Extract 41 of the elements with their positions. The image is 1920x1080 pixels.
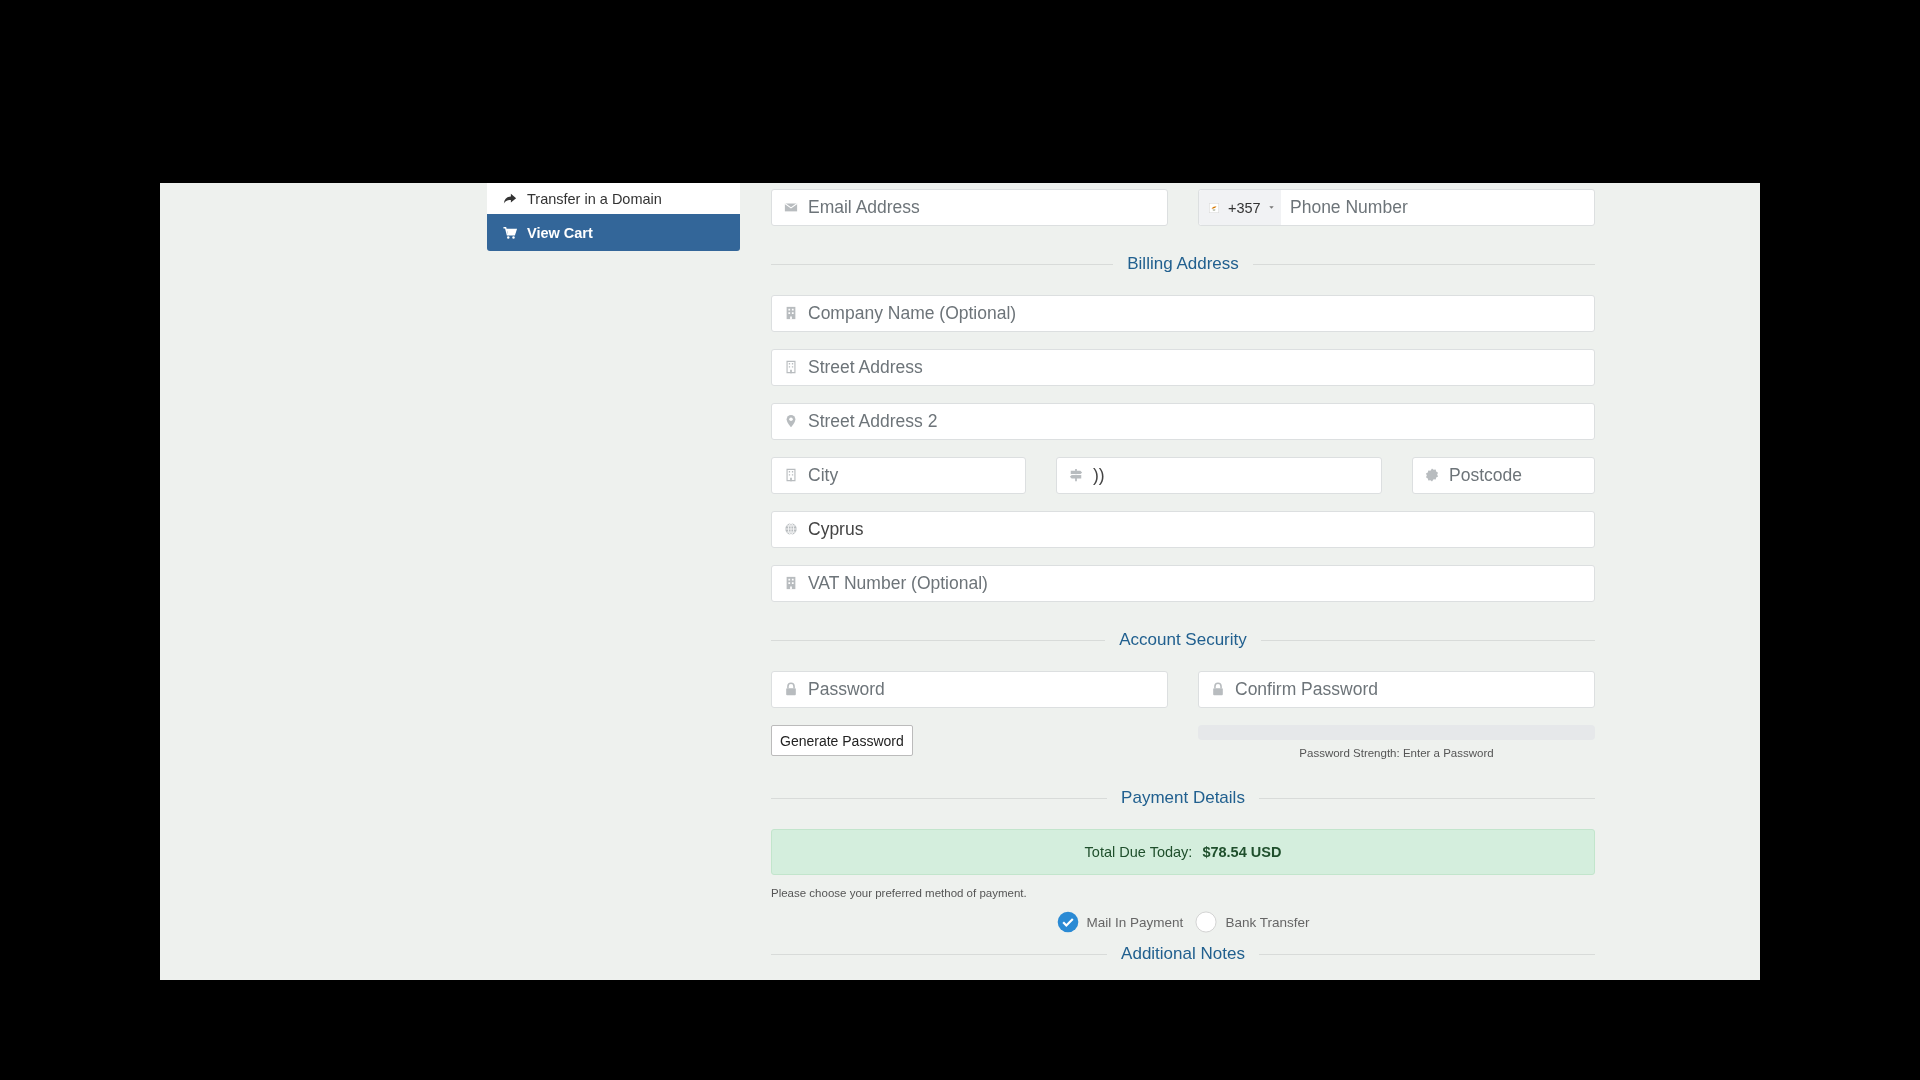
radio-button[interactable]	[1056, 911, 1079, 933]
input-field[interactable]: City	[771, 457, 1026, 494]
section-heading: Billing Address	[1127, 254, 1239, 274]
map-pin-icon	[784, 414, 798, 428]
input-field[interactable]: Cyprus	[771, 511, 1595, 548]
input-field[interactable]: Company Name (Optional)	[771, 295, 1595, 332]
total-due-alert: Total Due Today: $78.54 USD	[771, 829, 1595, 875]
sidebar-item[interactable]: Transfer in a Domain	[487, 183, 740, 214]
input-field[interactable]: ))	[1056, 457, 1382, 494]
payment-option[interactable]: Bank Transfer	[1195, 911, 1310, 933]
payment-prompt: Please choose your preferred method of payment.	[771, 887, 1028, 899]
section-heading: Account Security	[1119, 630, 1247, 650]
country-code-dropdown[interactable]: +357	[1199, 190, 1281, 225]
input-field[interactable]: Street Address	[771, 349, 1595, 386]
generate-password-button[interactable]: Generate Password	[771, 725, 913, 756]
payment-option[interactable]: Mail In Payment	[1056, 911, 1184, 933]
building-icon	[784, 360, 798, 374]
input-field[interactable]: VAT Number (Optional)	[771, 565, 1595, 602]
strength-text: Password Strength: Enter a Password	[1299, 747, 1494, 759]
password-field[interactable]: Confirm Password	[1198, 671, 1595, 708]
building-icon	[784, 468, 798, 482]
cart-icon	[503, 225, 517, 240]
input-field[interactable]: Email Address	[771, 189, 1168, 226]
globe-icon	[784, 522, 798, 536]
radio-button[interactable]	[1195, 911, 1218, 933]
password-field[interactable]: Password	[771, 671, 1168, 708]
badge-icon	[1425, 468, 1439, 482]
caret-icon	[1267, 204, 1275, 211]
envelope-icon	[784, 200, 798, 214]
lock-icon	[784, 682, 798, 696]
section-heading: Payment Details	[1121, 788, 1245, 808]
input-field[interactable]: Street Address 2	[771, 403, 1595, 440]
section-heading: Additional Notes	[1121, 944, 1245, 964]
input-field[interactable]: Postcode	[1412, 457, 1595, 494]
sidebar-item[interactable]: View Cart	[487, 214, 740, 251]
share-arrow-icon	[503, 191, 517, 206]
lock-icon	[1211, 682, 1225, 696]
signpost-icon	[1069, 468, 1083, 482]
flag-icon	[1207, 202, 1221, 213]
building-icon	[784, 576, 798, 590]
building-icon	[784, 306, 798, 320]
